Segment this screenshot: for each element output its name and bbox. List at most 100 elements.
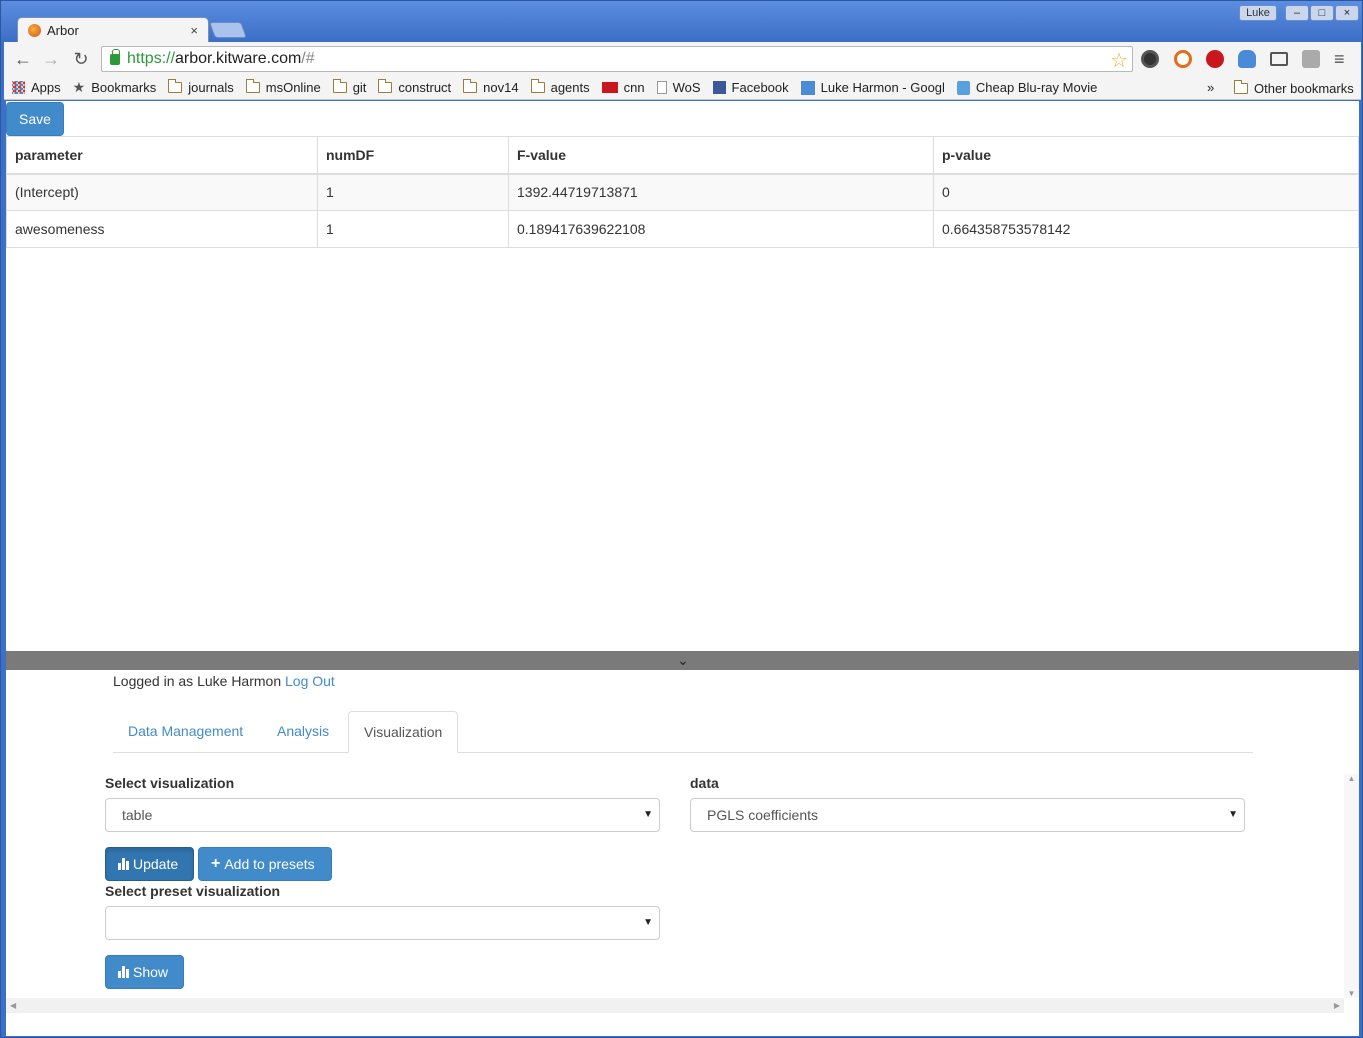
url-scheme: https:// bbox=[127, 50, 176, 67]
reload-icon[interactable]: ↻ bbox=[70, 48, 92, 70]
lock-icon bbox=[110, 48, 120, 65]
bookmark-cnn[interactable]: cnn bbox=[601, 80, 645, 95]
chrome-menu-icon[interactable]: ≡ bbox=[1334, 50, 1345, 68]
table-row: (Intercept) 1 1392.44719713871 0 bbox=[6, 173, 1359, 211]
save-button[interactable]: Save bbox=[6, 102, 64, 136]
minimize-icon[interactable]: – bbox=[1285, 5, 1309, 21]
table-cell: 1 bbox=[317, 210, 509, 248]
table-cell: 1392.44719713871 bbox=[508, 173, 934, 211]
bookmark-wos[interactable]: WoS bbox=[656, 80, 701, 95]
maximize-icon[interactable]: □ bbox=[1310, 5, 1334, 21]
folder-icon bbox=[463, 79, 478, 93]
vertical-scrollbar[interactable]: ▲ ▼ bbox=[1344, 774, 1359, 998]
show-button[interactable]: Show bbox=[105, 955, 184, 989]
login-status: Logged in as Luke Harmon Log Out bbox=[113, 673, 335, 689]
update-button[interactable]: Update bbox=[105, 847, 194, 881]
browser-toolbar: ← → ↻ https://arbor.kitware.com/# ☆ ≡ bbox=[4, 42, 1361, 76]
close-window-icon[interactable]: × bbox=[1335, 5, 1359, 21]
column-header-f-value[interactable]: F-value bbox=[508, 136, 934, 175]
back-arrow-icon[interactable]: ← bbox=[12, 48, 34, 70]
column-header-parameter[interactable]: parameter bbox=[6, 136, 318, 175]
caret-down-icon: ▼ bbox=[643, 809, 653, 820]
tab-close-icon[interactable]: × bbox=[190, 23, 198, 38]
bookmark-nov14[interactable]: nov14 bbox=[463, 79, 519, 95]
folder-icon bbox=[332, 79, 347, 93]
login-text: Logged in as Luke Harmon bbox=[113, 673, 282, 689]
select-visualization-label: Select visualization bbox=[105, 775, 235, 791]
visualization-select[interactable]: table ▼ bbox=[105, 798, 660, 832]
add-to-presets-button[interactable]: + Add to presets bbox=[198, 847, 332, 881]
select-preset-label: Select preset visualization bbox=[105, 883, 281, 899]
facebook-icon bbox=[712, 81, 726, 94]
panel-splitter[interactable]: ⌄ bbox=[6, 651, 1359, 670]
profile-button[interactable]: Luke bbox=[1239, 5, 1277, 21]
table-row: awesomeness 1 0.189417639622108 0.664358… bbox=[6, 210, 1359, 248]
address-bar[interactable]: https://arbor.kitware.com/# ☆ bbox=[101, 46, 1133, 72]
b-icon bbox=[956, 80, 970, 95]
table-cell: 0 bbox=[933, 173, 1359, 211]
bookmark-other[interactable]: Other bookmarks bbox=[1234, 76, 1354, 99]
extension-power-icon[interactable] bbox=[1206, 50, 1224, 68]
extension-shield-icon[interactable] bbox=[1302, 50, 1320, 68]
extension-s-icon[interactable] bbox=[1141, 50, 1159, 68]
bookmark-facebook[interactable]: Facebook bbox=[712, 80, 789, 95]
folder-icon bbox=[530, 79, 545, 93]
table-cell: 0.664358753578142 bbox=[933, 210, 1359, 248]
bookmark-agents[interactable]: agents bbox=[530, 79, 590, 95]
scroll-right-icon[interactable]: ▶ bbox=[1334, 998, 1340, 1013]
table-cell: awesomeness bbox=[6, 210, 318, 248]
bookmarks-overflow-icon[interactable]: » bbox=[1207, 76, 1214, 99]
star-icon: ★ bbox=[72, 79, 86, 95]
preset-select[interactable]: ▼ bbox=[105, 906, 660, 940]
caret-down-icon: ▼ bbox=[1228, 809, 1238, 820]
page-icon bbox=[656, 81, 667, 94]
bookmark-bookmarks[interactable]: ★ Bookmarks bbox=[73, 79, 157, 96]
tab-title: Arbor bbox=[47, 23, 79, 38]
new-tab-button[interactable] bbox=[209, 22, 247, 38]
table-cell: 1 bbox=[317, 173, 509, 211]
folder-icon bbox=[1234, 79, 1248, 94]
results-table: parameter numDF F-value p-value (Interce… bbox=[6, 136, 1359, 248]
bookmark-apps[interactable]: Apps bbox=[12, 80, 61, 95]
folder-icon bbox=[245, 79, 260, 93]
data-select[interactable]: PGLS coefficients ▼ bbox=[690, 798, 1245, 832]
column-header-p-value[interactable]: p-value bbox=[933, 136, 1359, 175]
main-tabs: Data Management Analysis Visualization bbox=[113, 711, 1253, 753]
bookmark-journals[interactable]: journals bbox=[168, 79, 234, 95]
page-content: Save parameter numDF F-value p-value (In… bbox=[6, 101, 1359, 1036]
tab-analysis[interactable]: Analysis bbox=[262, 711, 344, 753]
horizontal-scrollbar[interactable]: ◀ ▶ bbox=[6, 998, 1344, 1013]
bookmark-luke-harmon[interactable]: Luke Harmon - Googl bbox=[800, 80, 945, 95]
data-label: data bbox=[690, 775, 719, 791]
bar-chart-icon bbox=[118, 858, 129, 870]
folder-icon bbox=[378, 79, 393, 93]
scroll-left-icon[interactable]: ◀ bbox=[10, 998, 16, 1013]
apps-icon bbox=[12, 81, 25, 94]
bookmark-cheap-bluray[interactable]: Cheap Blu-ray Movie bbox=[956, 80, 1097, 95]
data-select-value: PGLS coefficients bbox=[707, 807, 819, 823]
chevron-down-icon[interactable]: ⌄ bbox=[676, 651, 690, 670]
bookmark-star-icon[interactable]: ☆ bbox=[1110, 48, 1128, 73]
bookmark-git[interactable]: git bbox=[332, 79, 366, 95]
arbor-favicon-icon bbox=[28, 24, 41, 37]
visualization-select-value: table bbox=[122, 807, 153, 823]
table-header-row: parameter numDF F-value p-value bbox=[6, 136, 1359, 175]
scroll-up-icon[interactable]: ▲ bbox=[1344, 774, 1359, 783]
bookmark-msonline[interactable]: msOnline bbox=[245, 79, 321, 95]
column-header-numdf[interactable]: numDF bbox=[317, 136, 509, 175]
bookmark-construct[interactable]: construct bbox=[378, 79, 451, 95]
tab-visualization[interactable]: Visualization bbox=[348, 711, 458, 753]
plus-icon: + bbox=[211, 855, 221, 872]
browser-window: Arbor × Luke – □ × ← → ↻ https://arbor.k… bbox=[0, 0, 1363, 1038]
browser-tab-arbor[interactable]: Arbor × bbox=[17, 17, 209, 43]
tab-data-management[interactable]: Data Management bbox=[113, 711, 258, 753]
logout-link[interactable]: Log Out bbox=[285, 673, 335, 689]
scroll-down-icon[interactable]: ▼ bbox=[1344, 989, 1359, 998]
extension-ghost-icon[interactable] bbox=[1238, 50, 1256, 68]
table-cell: (Intercept) bbox=[6, 173, 318, 211]
extension-b-icon[interactable] bbox=[1174, 50, 1192, 68]
url-host: arbor.kitware.com bbox=[175, 50, 302, 67]
forward-arrow-icon[interactable]: → bbox=[40, 48, 62, 70]
cast-icon[interactable] bbox=[1270, 52, 1288, 66]
bookmarks-bar: Apps ★ Bookmarks journals msOnline git co… bbox=[4, 76, 1361, 100]
